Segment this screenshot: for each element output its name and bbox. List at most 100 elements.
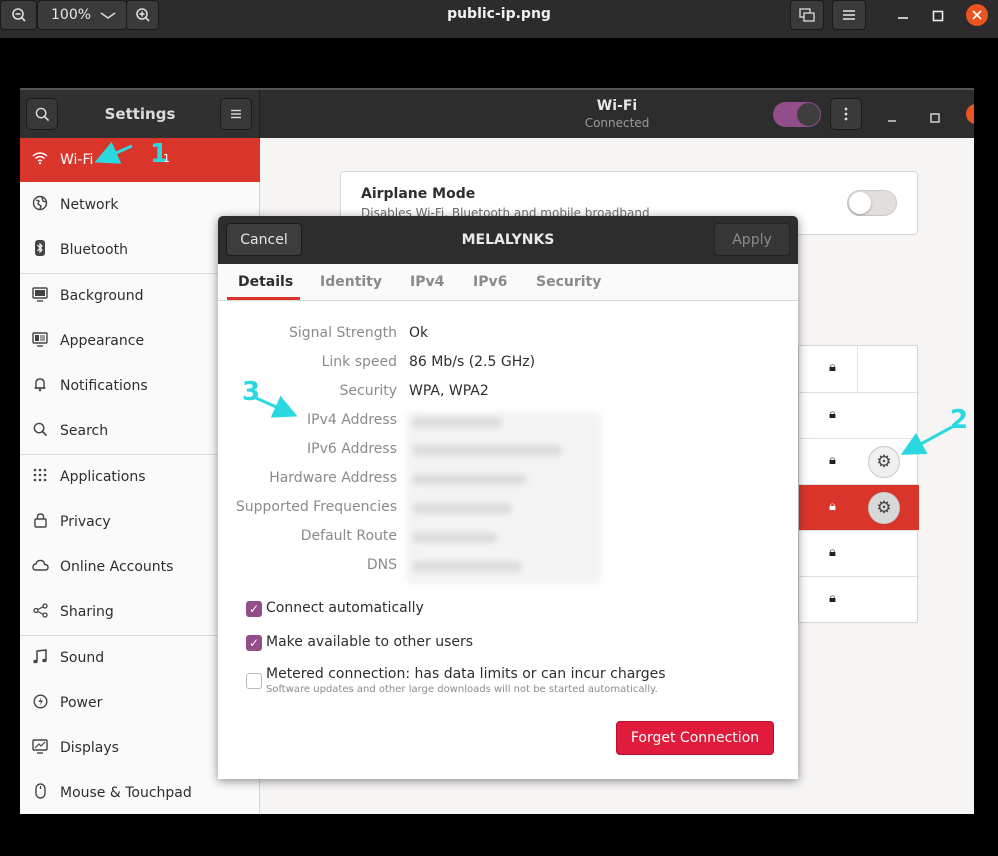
minimize-icon bbox=[898, 17, 908, 19]
globe-icon bbox=[20, 195, 60, 215]
fit-window-button[interactable] bbox=[790, 0, 824, 30]
close-button[interactable] bbox=[966, 4, 988, 26]
connect-automatically-checkbox[interactable]: ✓ bbox=[246, 601, 262, 617]
ipv4-address-label: IPv4 Address bbox=[307, 412, 397, 428]
sidebar-item-label: Sharing bbox=[60, 604, 114, 620]
viewer-header: 100% public-ip.png bbox=[0, 0, 998, 38]
settings-minimize-button[interactable] bbox=[887, 108, 897, 127]
settings-menu-button[interactable] bbox=[220, 98, 252, 130]
dialog-title: MELALYNKS bbox=[461, 232, 555, 248]
tab-details[interactable]: Details bbox=[238, 274, 293, 290]
lock-icon: 🔒︎ bbox=[829, 360, 836, 375]
signal-strength-label: Signal Strength bbox=[288, 325, 397, 341]
network-list: 🔒︎ 🔒︎ 🔒︎ ⚙ 🔒︎ ⚙ 🔒︎ 🔒︎ bbox=[798, 345, 919, 623]
annotation-3: 3 bbox=[242, 377, 261, 407]
redacted-values bbox=[406, 411, 601, 584]
maximize-button[interactable] bbox=[932, 8, 944, 26]
power-icon bbox=[20, 693, 60, 713]
sidebar-item-label: Displays bbox=[60, 740, 119, 756]
settings-left-header: Settings bbox=[20, 90, 260, 138]
network-row[interactable]: 🔒︎ bbox=[799, 346, 919, 392]
share-icon bbox=[20, 602, 60, 622]
sidebar-item-label: Mouse & Touchpad bbox=[60, 785, 192, 801]
default-route-label: Default Route bbox=[300, 528, 397, 544]
tab-identity[interactable]: Identity bbox=[320, 274, 382, 290]
tab-ipv4[interactable]: IPv4 bbox=[410, 274, 444, 290]
row-divider bbox=[857, 346, 858, 392]
annotation-2: 2 bbox=[950, 405, 969, 435]
sidebar-item-label: Background bbox=[60, 288, 144, 304]
security-value: WPA, WPA2 bbox=[409, 383, 489, 399]
lock-icon: 🔒︎ bbox=[829, 545, 836, 560]
security-label: Security bbox=[339, 383, 398, 399]
active-tab-indicator bbox=[227, 297, 300, 300]
network-settings-button[interactable]: ⚙ bbox=[868, 492, 900, 524]
metered-connection-label: Metered connection: has data limits or c… bbox=[266, 666, 666, 682]
connection-dialog: Cancel MELALYNKS Apply Details Identity … bbox=[218, 216, 798, 779]
forget-connection-button[interactable]: Forget Connection bbox=[616, 721, 774, 755]
lock-icon bbox=[20, 512, 60, 532]
appearance-icon bbox=[20, 331, 60, 351]
sidebar-item-label: Bluetooth bbox=[60, 242, 128, 258]
dialog-header: Cancel MELALYNKS Apply bbox=[218, 216, 798, 264]
minimize-icon bbox=[888, 120, 896, 122]
tab-ipv6[interactable]: IPv6 bbox=[473, 274, 507, 290]
sidebar-item-label: Network bbox=[60, 197, 119, 213]
sidebar-item-label: Wi-Fi bbox=[60, 152, 94, 168]
page-title: Wi-Fi bbox=[596, 98, 638, 114]
sidebar-item-wifi[interactable]: Wi-Fi bbox=[20, 138, 260, 182]
vertical-dots-icon bbox=[844, 107, 848, 121]
wifi-menu-button[interactable] bbox=[830, 98, 862, 130]
available-to-others-checkbox[interactable]: ✓ bbox=[246, 635, 262, 651]
network-row[interactable]: 🔒︎ bbox=[799, 392, 919, 438]
network-settings-button[interactable]: ⚙ bbox=[868, 446, 900, 478]
music-note-icon bbox=[20, 648, 60, 668]
maximize-icon bbox=[932, 10, 944, 22]
monitor-icon bbox=[20, 286, 60, 306]
lock-icon: 🔒︎ bbox=[829, 499, 836, 514]
sidebar-item-label: Appearance bbox=[60, 333, 145, 349]
connect-automatically-label: Connect automatically bbox=[266, 600, 424, 616]
signal-strength-value: Ok bbox=[409, 325, 429, 341]
apps-grid-icon bbox=[20, 468, 60, 486]
fit-window-icon bbox=[799, 8, 815, 22]
link-speed-value: 86 Mb/s (2.5 GHz) bbox=[409, 354, 536, 370]
ipv6-address-label: IPv6 Address bbox=[307, 441, 397, 457]
dialog-tabs: Details Identity IPv4 IPv6 Security bbox=[218, 264, 798, 301]
tab-security[interactable]: Security bbox=[536, 274, 601, 290]
apply-button[interactable]: Apply bbox=[714, 223, 790, 256]
bluetooth-icon bbox=[20, 240, 60, 260]
viewer-menu-button[interactable] bbox=[832, 0, 866, 30]
wifi-icon bbox=[20, 151, 60, 169]
available-to-others-label: Make available to other users bbox=[266, 634, 474, 650]
settings-header: Settings Wi-Fi Connected bbox=[20, 90, 974, 138]
dns-label: DNS bbox=[366, 557, 397, 573]
mouse-icon bbox=[20, 783, 60, 803]
settings-maximize-button[interactable] bbox=[930, 108, 940, 127]
metered-connection-hint: Software updates and other large downloa… bbox=[266, 684, 658, 695]
hardware-address-label: Hardware Address bbox=[269, 470, 397, 486]
lock-icon: 🔒︎ bbox=[829, 453, 836, 468]
annotation-1-superscript: 1 bbox=[163, 152, 170, 165]
sidebar-item-label: Privacy bbox=[60, 514, 111, 530]
lock-icon: 🔒︎ bbox=[829, 591, 836, 606]
metered-connection-checkbox[interactable] bbox=[246, 673, 262, 689]
search-icon bbox=[20, 422, 60, 441]
airplane-mode-toggle[interactable] bbox=[847, 190, 897, 216]
minimize-button[interactable] bbox=[897, 4, 909, 28]
network-row[interactable]: 🔒︎ bbox=[799, 530, 919, 576]
airplane-mode-title: Airplane Mode bbox=[361, 186, 476, 202]
network-row[interactable]: 🔒︎ ⚙ bbox=[799, 438, 919, 484]
network-row[interactable]: 🔒︎ bbox=[799, 576, 919, 622]
sidebar-item-label: Online Accounts bbox=[60, 559, 174, 575]
wifi-toggle[interactable] bbox=[773, 102, 821, 127]
sidebar-item-label: Notifications bbox=[60, 378, 148, 394]
network-row-selected[interactable]: 🔒︎ ⚙ bbox=[799, 484, 919, 530]
page-subtitle: Connected bbox=[584, 116, 650, 130]
menu-icon bbox=[231, 109, 241, 119]
sidebar-item-label: Power bbox=[60, 695, 103, 711]
close-icon bbox=[972, 10, 982, 20]
cloud-icon bbox=[20, 559, 60, 575]
sidebar-item-label: Search bbox=[60, 423, 109, 439]
bell-icon bbox=[20, 377, 60, 396]
